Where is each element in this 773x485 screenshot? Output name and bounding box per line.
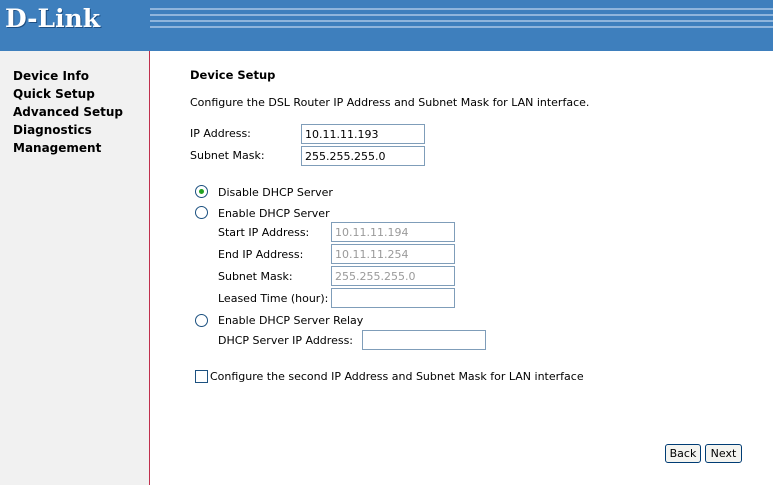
page-title: Device Setup bbox=[190, 68, 276, 82]
sidebar-menu: Device Info Quick Setup Advanced Setup D… bbox=[0, 51, 149, 157]
dhcp-relay-radio[interactable] bbox=[195, 314, 208, 327]
second-ip-label: Configure the second IP Address and Subn… bbox=[210, 370, 584, 383]
leased-time-input[interactable] bbox=[331, 288, 455, 308]
enable-dhcp-radio[interactable] bbox=[195, 206, 208, 219]
start-ip-input[interactable] bbox=[331, 222, 455, 242]
dhcp-server-ip-input[interactable] bbox=[362, 330, 486, 350]
ip-address-input[interactable] bbox=[301, 124, 425, 144]
end-ip-label: End IP Address: bbox=[218, 248, 304, 261]
second-ip-checkbox[interactable] bbox=[195, 370, 208, 383]
header-stripe bbox=[150, 26, 773, 28]
sidebar-item-device-info[interactable]: Device Info bbox=[13, 67, 149, 85]
ip-address-label: IP Address: bbox=[190, 127, 251, 140]
header-banner: D-Link bbox=[0, 0, 773, 51]
subnet-mask-label: Subnet Mask: bbox=[190, 149, 265, 162]
start-ip-label: Start IP Address: bbox=[218, 226, 310, 239]
leased-time-label: Leased Time (hour): bbox=[218, 292, 329, 305]
sidebar-item-management[interactable]: Management bbox=[13, 139, 149, 157]
header-stripe bbox=[150, 20, 773, 22]
sidebar-item-quick-setup[interactable]: Quick Setup bbox=[13, 85, 149, 103]
main-content: Device Setup Configure the DSL Router IP… bbox=[151, 51, 773, 485]
dhcp-subnet-mask-label: Subnet Mask: bbox=[218, 270, 293, 283]
disable-dhcp-radio[interactable] bbox=[195, 185, 208, 198]
dhcp-server-ip-label: DHCP Server IP Address: bbox=[218, 334, 354, 347]
header-stripe bbox=[150, 8, 773, 10]
end-ip-input[interactable] bbox=[331, 244, 455, 264]
sidebar: Device Info Quick Setup Advanced Setup D… bbox=[0, 51, 150, 485]
page-description: Configure the DSL Router IP Address and … bbox=[190, 96, 590, 109]
next-button[interactable]: Next bbox=[705, 444, 742, 463]
dlink-logo: D-Link bbox=[5, 4, 101, 33]
header-stripe bbox=[150, 14, 773, 16]
subnet-mask-input[interactable] bbox=[301, 146, 425, 166]
back-button[interactable]: Back bbox=[665, 444, 701, 463]
sidebar-item-diagnostics[interactable]: Diagnostics bbox=[13, 121, 149, 139]
disable-dhcp-label: Disable DHCP Server bbox=[218, 186, 333, 199]
enable-dhcp-label: Enable DHCP Server bbox=[218, 207, 330, 220]
dhcp-relay-label: Enable DHCP Server Relay bbox=[218, 314, 364, 327]
sidebar-item-advanced-setup[interactable]: Advanced Setup bbox=[13, 103, 149, 121]
dhcp-subnet-mask-input[interactable] bbox=[331, 266, 455, 286]
